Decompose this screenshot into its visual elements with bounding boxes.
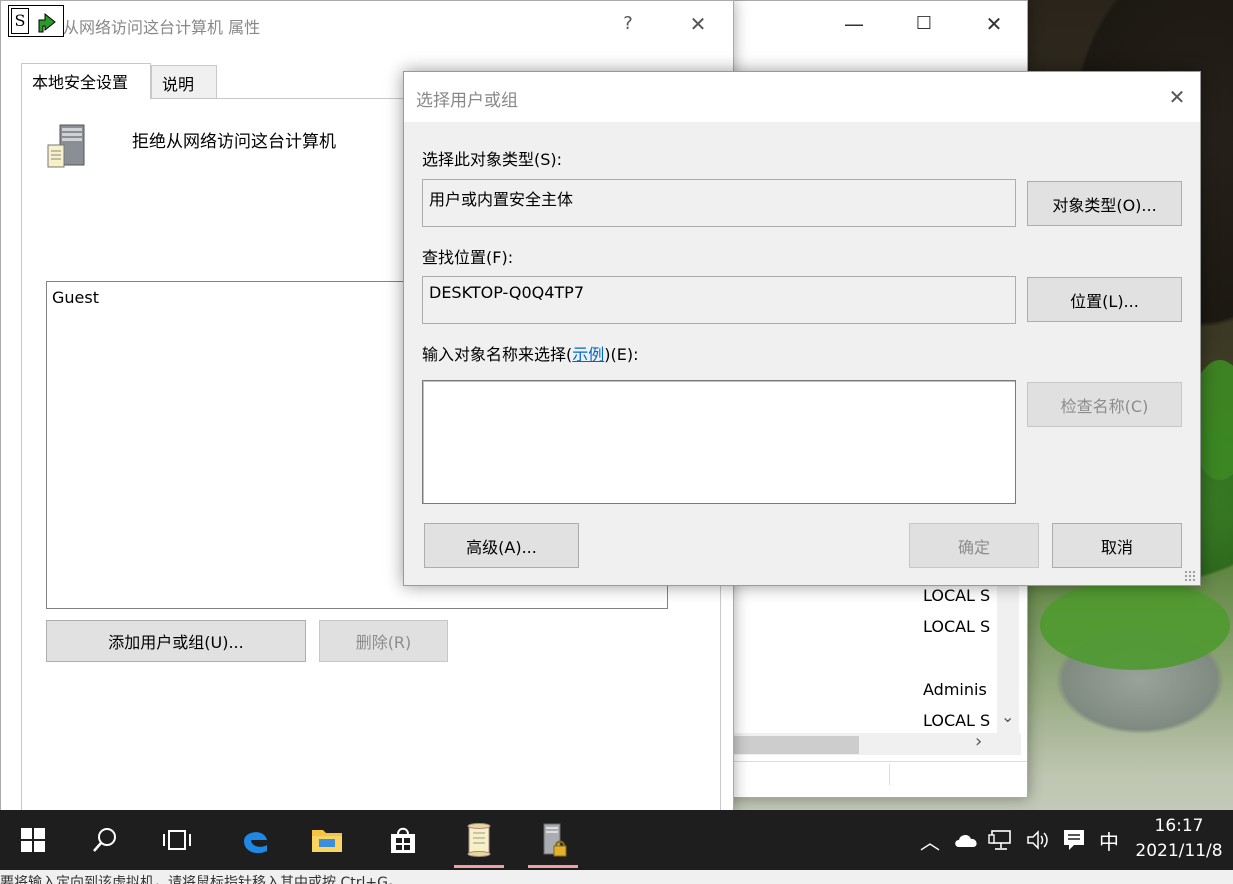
windows-logo-icon [21, 828, 45, 852]
list-item[interactable]: LOCAL S [923, 711, 993, 730]
minimize-button[interactable]: — [831, 1, 877, 47]
dialog-titlebar: 选择用户或组 ✕ [404, 72, 1200, 122]
select-users-dialog: 选择用户或组 ✕ 选择此对象类型(S): 用户或内置安全主体 对象类型(O)..… [403, 71, 1201, 586]
resize-grip[interactable] [1184, 570, 1196, 582]
wallpaper-bush [1040, 580, 1230, 670]
object-types-button[interactable]: 对象类型(O)... [1027, 181, 1182, 226]
file-explorer-button[interactable] [298, 810, 356, 870]
task-view-icon [163, 830, 191, 850]
add-user-or-group-button[interactable]: 添加用户或组(U)... [46, 620, 306, 662]
object-type-label: 选择此对象类型(S): [422, 150, 563, 169]
remove-button[interactable]: 删除(R) [319, 620, 448, 662]
status-divider [889, 764, 890, 785]
scrollbar-thumb[interactable] [731, 736, 859, 754]
close-button[interactable]: ✕ [675, 1, 721, 47]
scroll-right-icon[interactable]: › [975, 731, 982, 752]
vm-status-strip: 要将输入定向到该虚拟机，请将鼠标指针移入其中或按 Ctrl+G。 [0, 870, 1233, 884]
locations-button[interactable]: 位置(L)... [1027, 277, 1182, 322]
back-window-titlebar: — ☐ ✕ [731, 1, 1027, 47]
enter-names-suffix: )(E): [604, 345, 639, 364]
close-button[interactable]: ✕ [971, 1, 1017, 47]
ok-button[interactable]: 确定 [909, 523, 1039, 568]
maximize-button[interactable]: ☐ [901, 1, 947, 47]
policy-title: 拒绝从网络访问这台计算机 [132, 132, 336, 152]
store-button[interactable] [374, 810, 432, 870]
search-icon [93, 828, 116, 852]
clock-date: 2021/11/8 [1135, 841, 1223, 861]
taskbar: ︿ 中 16:17 2021/11/8 [0, 810, 1233, 870]
input-method-indicator[interactable]: 中 [1094, 810, 1124, 870]
location-field: DESKTOP-Q0Q4TP7 [422, 276, 1016, 324]
active-indicator [454, 865, 504, 868]
local-security-policy-taskbar-item[interactable] [524, 810, 582, 870]
start-button[interactable] [4, 810, 62, 870]
properties-titlebar: 从网络访问这台计算机 属性 ? ✕ [1, 1, 733, 47]
tab-local-security-setting[interactable]: 本地安全设置 [21, 63, 151, 99]
horizontal-scrollbar[interactable]: › [731, 731, 1021, 755]
volume-tray-button[interactable] [1022, 810, 1054, 870]
status-bar [731, 761, 1027, 791]
object-type-field: 用户或内置安全主体 [422, 179, 1016, 227]
show-hidden-icons-button[interactable]: ︿ [915, 810, 945, 870]
app-icons: S [8, 5, 64, 37]
green-arrow-icon [38, 12, 56, 33]
store-icon [391, 827, 415, 853]
tab-explain[interactable]: 说明 [151, 65, 217, 99]
cancel-button[interactable]: 取消 [1052, 523, 1182, 568]
enter-names-label: 输入对象名称来选择(示例)(E): [422, 341, 639, 365]
server-lock-icon [543, 823, 567, 857]
action-center-icon [1064, 830, 1084, 850]
speaker-icon [1027, 830, 1048, 850]
task-view-button[interactable] [148, 810, 206, 870]
help-button[interactable]: ? [605, 1, 651, 47]
advanced-button[interactable]: 高级(A)... [424, 523, 579, 568]
clock[interactable]: 16:17 2021/11/8 [1129, 814, 1229, 864]
server-policy-icon [47, 124, 85, 168]
clock-time: 16:17 [1154, 816, 1204, 836]
s-icon: S [11, 8, 29, 34]
active-indicator [528, 865, 578, 868]
list-item[interactable]: Guest [52, 288, 99, 307]
notifications-tray-button[interactable] [1058, 810, 1090, 870]
onedrive-tray-button[interactable] [950, 810, 982, 870]
scroll-document-icon [467, 823, 491, 857]
edge-icon [244, 832, 267, 854]
folder-icon [312, 830, 342, 852]
close-button[interactable]: ✕ [1154, 74, 1200, 120]
cloud-icon [955, 834, 977, 847]
search-button[interactable] [76, 810, 134, 870]
window-title: 从网络访问这台计算机 属性 [63, 18, 261, 37]
list-item[interactable]: Adminis [923, 680, 993, 699]
vm-hint-text: 要将输入定向到该虚拟机，请将鼠标指针移入其中或按 Ctrl+G。 [0, 875, 402, 884]
edge-browser-button[interactable] [226, 810, 284, 870]
policy-editor-taskbar-item[interactable] [450, 810, 508, 870]
object-names-input[interactable] [422, 380, 1016, 504]
network-tray-button[interactable] [985, 810, 1017, 870]
list-item[interactable]: LOCAL S [923, 586, 993, 605]
scroll-down-icon[interactable]: ⌄ [1001, 707, 1014, 726]
examples-link[interactable]: 示例 [572, 345, 604, 364]
dialog-title: 选择用户或组 [416, 91, 518, 111]
list-item[interactable]: LOCAL S [923, 617, 993, 636]
check-names-button[interactable]: 检查名称(C) [1027, 382, 1182, 427]
network-icon [988, 830, 1011, 850]
location-label: 查找位置(F): [422, 248, 514, 267]
enter-names-prefix: 输入对象名称来选择( [422, 345, 573, 364]
